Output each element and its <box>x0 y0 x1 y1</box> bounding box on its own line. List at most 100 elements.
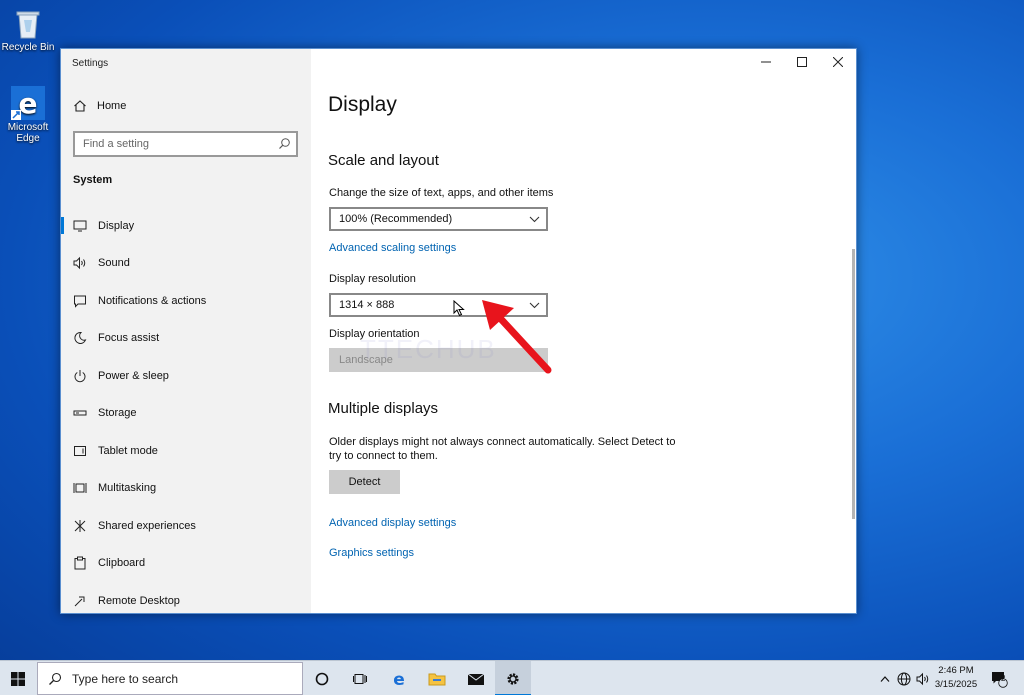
sidebar-nav: Display Sound Notifications & actions Fo… <box>61 207 311 620</box>
advanced-scaling-link[interactable]: Advanced scaling settings <box>329 242 456 254</box>
sidebar-item-focus-assist[interactable]: Focus assist <box>61 320 311 358</box>
remote-icon <box>74 596 85 607</box>
sidebar-item-label: Multitasking <box>98 482 157 495</box>
maximize-button[interactable] <box>784 49 820 75</box>
moon-icon <box>74 332 87 345</box>
scale-dropdown[interactable]: 100% (Recommended) <box>329 207 548 231</box>
sidebar-item-label: Sound <box>98 257 130 270</box>
settings-taskbar-button[interactable] <box>495 661 531 695</box>
scale-value: 100% (Recommended) <box>339 213 453 225</box>
home-label: Home <box>97 100 127 112</box>
tablet-icon <box>74 445 86 456</box>
scale-layout-heading: Scale and layout <box>328 152 439 169</box>
close-icon <box>833 57 843 67</box>
sidebar-item-display[interactable]: Display <box>61 207 311 245</box>
desktop-icon-recycle-bin[interactable]: Recycle Bin <box>0 6 56 53</box>
action-center-button[interactable]: 2 <box>985 661 1013 695</box>
sidebar-item-storage[interactable]: Storage <box>61 395 311 433</box>
cortana-icon <box>315 672 329 685</box>
network-button[interactable] <box>894 661 914 695</box>
storage-icon <box>73 410 87 416</box>
sidebar-item-label: Storage <box>98 407 137 420</box>
page-title: Display <box>328 93 397 116</box>
windows-logo-icon <box>11 671 25 686</box>
advanced-display-link[interactable]: Advanced display settings <box>329 517 456 529</box>
chevron-up-icon <box>880 675 890 682</box>
desktop-icon-edge[interactable]: e Microsoft Edge <box>0 86 56 144</box>
minimize-button[interactable] <box>748 49 784 75</box>
start-button[interactable] <box>0 661 36 695</box>
sidebar-item-label: Notifications & actions <box>98 294 207 307</box>
taskbar-clock[interactable]: 2:46 PM 3/15/2025 <box>928 664 984 692</box>
sidebar-home[interactable]: Home <box>73 99 126 113</box>
taskbar-search-placeholder: Type here to search <box>72 671 179 686</box>
mail-icon <box>467 673 485 685</box>
monitor-icon <box>73 220 87 232</box>
sidebar-item-label: Remote Desktop <box>98 594 180 607</box>
sidebar-item-shared-experiences[interactable]: Shared experiences <box>61 507 311 545</box>
search-icon <box>279 138 290 149</box>
watermark: TTECHUB <box>360 334 497 364</box>
close-button[interactable] <box>820 49 856 75</box>
file-explorer-button[interactable] <box>419 661 455 695</box>
edge-icon: e <box>11 86 45 120</box>
folder-icon <box>428 673 446 685</box>
desktop-icon-label: Recycle Bin <box>1 42 55 53</box>
sidebar-item-notifications[interactable]: Notifications & actions <box>61 282 311 320</box>
sidebar-item-remote-desktop[interactable]: Remote Desktop <box>61 582 311 620</box>
sidebar-item-multitasking[interactable]: Multitasking <box>61 470 311 508</box>
power-icon <box>74 369 86 382</box>
multitasking-icon <box>73 483 87 494</box>
cortana-button[interactable] <box>304 661 340 695</box>
sidebar-item-label: Power & sleep <box>98 369 169 382</box>
globe-icon <box>897 672 911 685</box>
recycle-bin-icon <box>13 6 43 40</box>
section-label: System <box>73 174 113 186</box>
clock-date: 3/15/2025 <box>934 679 978 690</box>
clipboard-icon <box>74 556 86 570</box>
mail-button[interactable] <box>458 661 494 695</box>
mouse-cursor-icon <box>453 300 465 317</box>
annotation-arrow-icon <box>482 300 552 374</box>
svg-text:e: e <box>393 670 405 688</box>
scrollbar[interactable] <box>852 249 855 519</box>
graphics-settings-link[interactable]: Graphics settings <box>329 547 414 559</box>
task-view-button[interactable] <box>342 661 378 695</box>
task-view-icon <box>353 673 367 684</box>
sidebar-item-sound[interactable]: Sound <box>61 245 311 283</box>
sidebar-item-label: Display <box>98 219 135 232</box>
main-content: Display Scale and layout Change the size… <box>311 49 856 613</box>
taskbar-search-box[interactable]: Type here to search <box>37 662 303 695</box>
resolution-label: Display resolution <box>329 273 416 285</box>
sidebar-item-tablet-mode[interactable]: Tablet mode <box>61 432 311 470</box>
resolution-value: 1314 × 888 <box>339 299 395 311</box>
sidebar-item-label: Tablet mode <box>98 444 158 457</box>
sidebar-item-label: Shared experiences <box>98 519 196 532</box>
window-title: Settings <box>72 58 109 69</box>
find-setting-input[interactable]: Find a setting <box>73 131 298 157</box>
detect-button[interactable]: Detect <box>329 470 400 494</box>
shared-icon <box>74 519 86 532</box>
sidebar: Settings Home Find a setting System Disp… <box>61 49 311 613</box>
edge-icon: e <box>393 670 405 688</box>
multiple-displays-text: Older displays might not always connect … <box>329 436 676 462</box>
settings-window: Settings Home Find a setting System Disp… <box>60 48 857 614</box>
multiple-displays-heading: Multiple displays <box>328 400 439 417</box>
taskbar-edge-button[interactable]: e <box>381 661 417 695</box>
window-controls <box>748 49 856 75</box>
desktop-icon-label: Microsoft Edge <box>7 122 49 144</box>
taskbar: Type here to search e 2:46 PM 3/15/2025 <box>0 660 1024 695</box>
sidebar-item-label: Clipboard <box>98 557 146 570</box>
speaker-icon <box>73 257 86 270</box>
notification-count-badge: 2 <box>1001 674 1006 683</box>
sidebar-item-clipboard[interactable]: Clipboard <box>61 545 311 583</box>
show-hidden-icons-button[interactable] <box>876 661 894 695</box>
svg-text:e: e <box>19 87 38 120</box>
scale-label: Change the size of text, apps, and other… <box>329 187 554 199</box>
clock-time: 2:46 PM <box>938 665 974 676</box>
home-icon <box>74 100 86 112</box>
minimize-icon <box>761 61 771 63</box>
notification-icon <box>74 295 86 308</box>
sidebar-item-label: Focus assist <box>98 332 160 345</box>
sidebar-item-power-sleep[interactable]: Power & sleep <box>61 357 311 395</box>
